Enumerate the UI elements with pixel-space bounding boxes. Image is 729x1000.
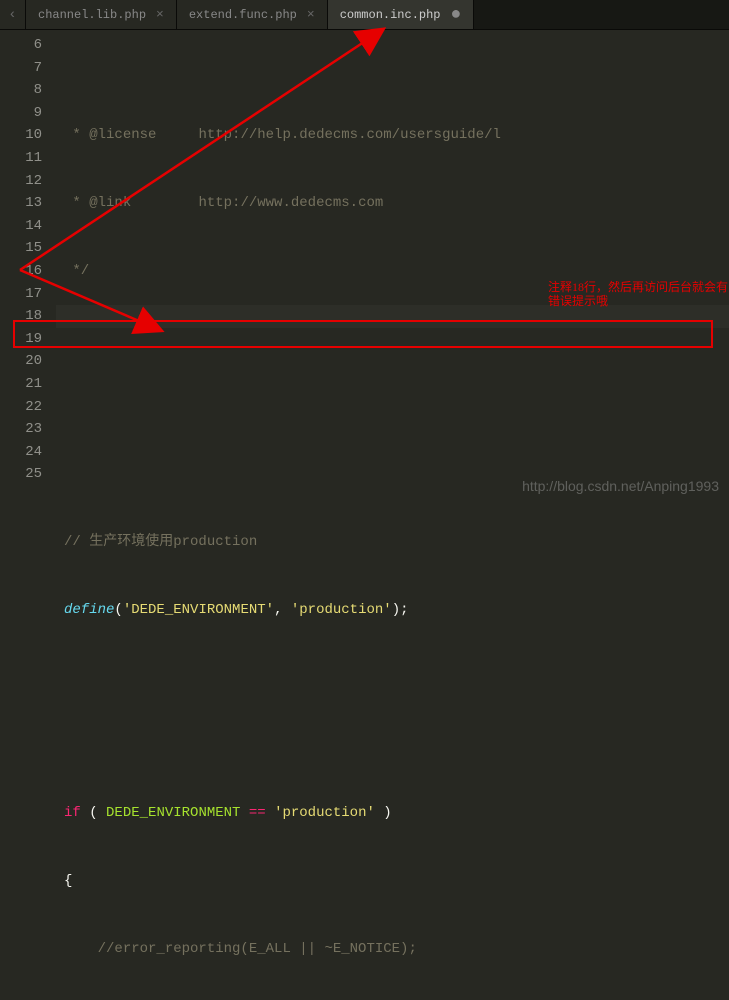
line-number: 23	[0, 418, 42, 441]
code-text	[64, 463, 729, 486]
code-text: ,	[274, 602, 291, 618]
code-text: if	[64, 805, 81, 821]
tab-scroll-left[interactable]: ‹	[0, 0, 26, 29]
line-number: 7	[0, 57, 42, 80]
code-text: 生产环境使用production	[89, 534, 257, 550]
close-icon[interactable]: ×	[297, 7, 315, 22]
code-text: //	[64, 534, 89, 550]
line-number: 20	[0, 350, 42, 373]
code-text: http://help.dedecms.com/usersguide/l	[156, 127, 500, 143]
line-number: 24	[0, 441, 42, 464]
code-text	[64, 396, 729, 419]
line-number: 6	[0, 34, 42, 57]
line-number: 21	[0, 373, 42, 396]
code-text: *	[64, 127, 89, 143]
code-text: @link	[89, 195, 131, 211]
code-text: (	[81, 805, 106, 821]
tab-common-inc[interactable]: common.inc.php ●	[328, 0, 475, 29]
tab-channel-lib[interactable]: channel.lib.php ×	[26, 0, 177, 29]
line-number: 11	[0, 147, 42, 170]
editor: 678910111213141516171819202122232425 * @…	[0, 30, 729, 500]
code-text: 'production'	[291, 602, 392, 618]
code-text: ==	[240, 805, 274, 821]
line-number: 14	[0, 215, 42, 238]
tab-label: channel.lib.php	[38, 8, 146, 22]
code-area[interactable]: * @license http://help.dedecms.com/users…	[56, 30, 729, 500]
code-text: (	[114, 602, 122, 618]
line-number: 25	[0, 463, 42, 486]
line-number: 8	[0, 79, 42, 102]
line-number: 19	[0, 328, 42, 351]
close-icon[interactable]: ×	[146, 7, 164, 22]
tab-bar: ‹ channel.lib.php × extend.func.php × co…	[0, 0, 729, 30]
line-number: 9	[0, 102, 42, 125]
line-number: 16	[0, 260, 42, 283]
dirty-icon: ●	[441, 6, 462, 24]
code-text: define	[64, 602, 114, 618]
current-line-highlight	[56, 305, 729, 328]
line-number: 10	[0, 124, 42, 147]
tab-label: common.inc.php	[340, 8, 441, 22]
code-text	[64, 667, 729, 690]
code-text: http://www.dedecms.com	[131, 195, 383, 211]
line-number: 17	[0, 283, 42, 306]
code-text: @license	[89, 127, 156, 143]
tab-label: extend.func.php	[189, 8, 297, 22]
line-number: 22	[0, 396, 42, 419]
line-number: 18	[0, 305, 42, 328]
code-text: DEDE_ENVIRONMENT	[106, 805, 240, 821]
code-text: {	[64, 873, 72, 889]
line-gutter: 678910111213141516171819202122232425	[0, 30, 56, 500]
line-number: 12	[0, 170, 42, 193]
chevron-left-icon: ‹	[8, 7, 16, 23]
code-text	[64, 734, 729, 757]
code-text: */	[64, 263, 89, 279]
code-text: );	[392, 602, 409, 618]
code-text	[64, 328, 729, 351]
code-text: )	[375, 805, 392, 821]
tab-extend-func[interactable]: extend.func.php ×	[177, 0, 328, 29]
code-text: //error_reporting(E_ALL || ~E_NOTICE);	[98, 941, 417, 957]
code-text: 'DEDE_ENVIRONMENT'	[123, 602, 274, 618]
line-number: 15	[0, 237, 42, 260]
line-number: 13	[0, 192, 42, 215]
code-text: 'production'	[274, 805, 375, 821]
code-text: *	[64, 195, 89, 211]
